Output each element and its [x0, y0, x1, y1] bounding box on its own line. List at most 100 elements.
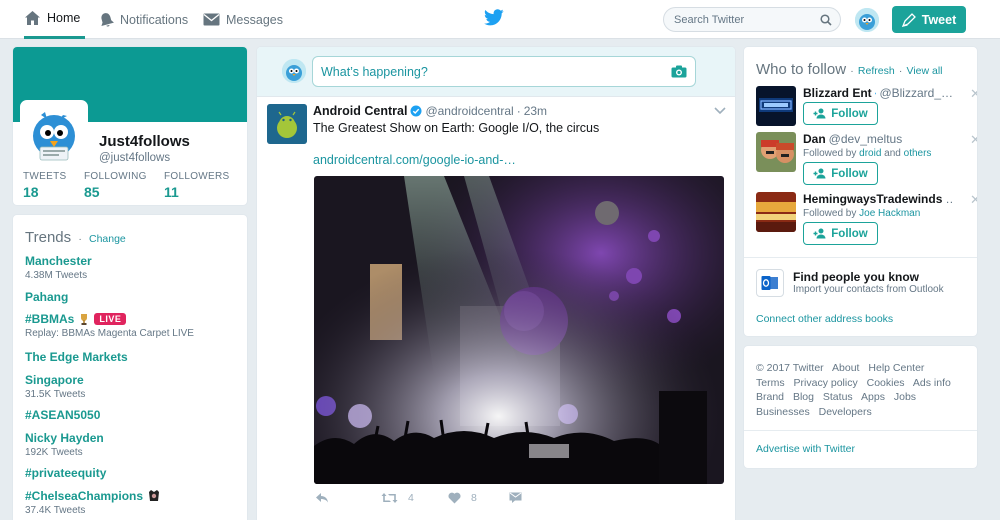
verified-icon [410, 105, 422, 117]
followed-by-link[interactable]: Joe Hackman [859, 208, 920, 219]
nav-notifications-label: Notifications [120, 12, 189, 27]
envelope-icon [203, 13, 220, 26]
footer-link[interactable]: Blog [793, 391, 814, 403]
header-separator: · [850, 65, 854, 77]
trend-meta: 4.38M Tweets [25, 270, 88, 281]
tweet-author-handle[interactable]: @androidcentral [425, 104, 513, 118]
search-input[interactable] [674, 13, 820, 26]
trend-item[interactable]: Manchester 4.38M Tweets [25, 254, 92, 281]
trend-name: #BBMAs [25, 312, 75, 326]
trend-item[interactable]: #BBMAs LIVE Replay: BBMAs Magenta Carpet… [25, 312, 194, 339]
suggestion-name-line[interactable]: HemingwaysTradewinds … [803, 192, 953, 206]
tweet-button[interactable]: Tweet [892, 6, 966, 33]
footer-link[interactable]: Ads info [913, 377, 951, 389]
follow-button[interactable]: Follow [803, 222, 878, 245]
search-box[interactable] [663, 7, 841, 32]
suggestion-handle: @dev_meltus [828, 132, 903, 146]
profile-card: Just4follows @just4follows TWEETS 18 FOL… [12, 46, 248, 206]
profile-avatar[interactable] [20, 100, 88, 168]
stat-followers[interactable]: FOLLOWERS 11 [164, 171, 230, 200]
suggestion-name: Blizzard Ent [803, 86, 872, 100]
suggestion-name-line[interactable]: Dan @dev_meltus [803, 132, 953, 146]
divider [744, 430, 977, 431]
footer-link[interactable]: Terms [756, 377, 785, 389]
account-avatar[interactable] [855, 8, 879, 32]
footer-link[interactable]: About [832, 362, 859, 374]
reply-icon [316, 493, 328, 503]
footer-link[interactable]: Developers [819, 406, 872, 418]
footer-link[interactable]: Businesses [756, 406, 810, 418]
close-icon[interactable]: ✕ [970, 86, 977, 102]
trend-item[interactable]: #ASEAN5050 [25, 408, 100, 422]
footer-link[interactable]: Cookies [867, 377, 905, 389]
search-icon[interactable] [820, 13, 832, 26]
footer-link[interactable]: Brand [756, 391, 784, 403]
nav-messages[interactable]: Messages [203, 0, 283, 39]
dm-button[interactable] [509, 492, 522, 503]
find-people-title[interactable]: Find people you know [793, 270, 919, 284]
tweet-link[interactable]: androidcentral.com/google-io-and-… [313, 153, 516, 167]
nav-messages-label: Messages [226, 12, 283, 27]
trend-item[interactable]: Singapore 31.5K Tweets [25, 373, 85, 400]
suggestion-name-line[interactable]: Blizzard Ent @Blizzard_… [803, 86, 953, 100]
follow-button[interactable]: Follow [803, 162, 878, 185]
connect-address-books-link[interactable]: Connect other address books [756, 313, 893, 325]
stat-label: FOLLOWERS [164, 171, 230, 182]
tweet-media-photo[interactable] [314, 176, 724, 484]
refresh-link[interactable]: Refresh [858, 65, 895, 77]
tweet-timestamp[interactable]: 23m [524, 104, 547, 118]
suggestion-handle: … [945, 192, 953, 206]
followed-by-link[interactable]: droid [859, 148, 881, 159]
bell-icon [101, 12, 114, 26]
footer-link[interactable]: Apps [861, 391, 885, 403]
stat-tweets[interactable]: TWEETS 18 [23, 171, 66, 200]
footer-link[interactable]: Status [823, 391, 853, 403]
trend-item[interactable]: The Edge Markets [25, 350, 128, 364]
footer-link[interactable]: Privacy policy [794, 377, 858, 389]
add-user-icon [813, 168, 826, 179]
trends-change-link[interactable]: Change [89, 233, 126, 245]
trend-item[interactable]: Nicky Hayden 192K Tweets [25, 431, 104, 458]
top-navigation-bar: Home Notifications Messages Tweet [0, 0, 1000, 39]
suggestion-avatar[interactable] [756, 132, 796, 172]
composer-avatar [282, 59, 306, 83]
tweet-text: The Greatest Show on Earth: Google I/O, … [313, 121, 600, 135]
header-separator: · [898, 65, 903, 77]
nav-notifications[interactable]: Notifications [99, 0, 188, 39]
stat-following[interactable]: FOLLOWING 85 [84, 171, 147, 200]
trend-item[interactable]: Pahang [25, 290, 68, 304]
chevron-down-icon[interactable] [714, 107, 726, 115]
composer-input[interactable] [321, 64, 671, 79]
timeline: Android Central @androidcentral · 23m Th… [256, 46, 736, 520]
tweet-author-avatar[interactable] [267, 104, 307, 144]
camera-icon[interactable] [671, 65, 687, 78]
twitter-bird-icon [484, 9, 504, 26]
followed-by-others-link[interactable]: others [904, 148, 932, 159]
tweet-composer [257, 47, 735, 97]
nav-home[interactable]: Home [24, 0, 85, 39]
footer-link[interactable]: Help Center [868, 362, 924, 374]
profile-name[interactable]: Just4follows [99, 133, 190, 150]
view-all-link[interactable]: View all [907, 65, 943, 77]
reply-button[interactable] [315, 492, 329, 503]
advertise-link[interactable]: Advertise with Twitter [756, 443, 855, 455]
profile-handle[interactable]: @just4follows [99, 152, 170, 164]
twitter-logo[interactable] [484, 9, 504, 29]
close-icon[interactable]: ✕ [970, 132, 977, 148]
followed-by-mid: and [881, 148, 904, 159]
who-to-follow-header: Who to follow · Refresh · View all [756, 61, 943, 78]
trend-item[interactable]: #privateequity [25, 466, 106, 480]
suggestion-avatar[interactable] [756, 192, 796, 232]
tweet-author-name[interactable]: Android Central [313, 104, 407, 118]
retweet-button[interactable]: 4 [381, 492, 414, 504]
follow-button[interactable]: Follow [803, 102, 878, 125]
suggestion-avatar[interactable] [756, 86, 796, 126]
composer-box[interactable] [312, 56, 696, 87]
footer-link[interactable]: Jobs [894, 391, 916, 403]
close-icon[interactable]: ✕ [970, 192, 977, 208]
nav-home-label: Home [47, 11, 81, 25]
follow-suggestion: Dan @dev_meltus Followed by droid and ot… [756, 132, 977, 190]
who-to-follow-title: Who to follow [756, 61, 847, 78]
like-button[interactable]: 8 [448, 492, 477, 504]
trend-item[interactable]: #ChelseaChampions 37.4K Tweets [25, 489, 160, 516]
